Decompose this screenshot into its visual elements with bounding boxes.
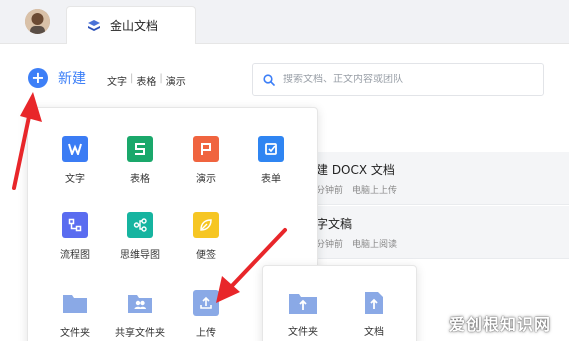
watermark: 爱创根知识网 (448, 315, 551, 334)
arrow-to-upload (216, 228, 287, 303)
arrow-to-new-button (12, 92, 42, 190)
annotation-arrows (12, 92, 287, 303)
